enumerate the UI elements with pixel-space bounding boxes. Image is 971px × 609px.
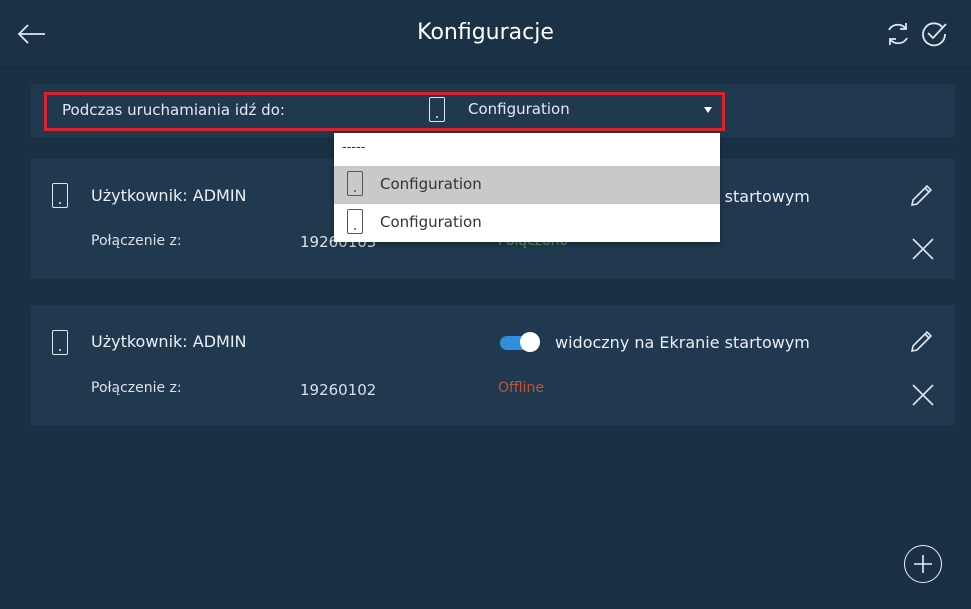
connection-label: Połączenie z:	[91, 233, 182, 249]
add-config-button[interactable]	[904, 545, 942, 583]
refresh-button[interactable]	[882, 18, 914, 50]
delete-button[interactable]	[908, 234, 938, 264]
plus-icon	[914, 555, 932, 573]
dropdown-option[interactable]: Configuration	[334, 204, 720, 242]
connection-label: Połączenie z:	[91, 380, 182, 396]
connection-value: 19260102	[300, 381, 377, 399]
startup-dropdown-menu: ----- Configuration Configuration	[334, 133, 720, 242]
edit-button[interactable]	[906, 181, 936, 211]
device-icon	[429, 97, 445, 122]
device-icon	[347, 209, 363, 234]
close-icon	[912, 238, 934, 260]
top-bar: Konfiguracje	[0, 0, 971, 69]
edit-button[interactable]	[906, 327, 936, 357]
device-icon	[52, 183, 68, 208]
device-icon	[347, 171, 363, 196]
startup-dropdown[interactable]: Configuration	[425, 94, 720, 128]
refresh-icon	[888, 23, 908, 45]
card-user: Użytkownik: ADMIN	[91, 186, 247, 205]
startup-label: Podczas uruchamiania idź do:	[62, 101, 285, 119]
pencil-icon	[910, 330, 933, 353]
close-icon	[912, 384, 934, 406]
card-user: Użytkownik: ADMIN	[91, 332, 247, 351]
device-icon	[52, 330, 68, 355]
toggle-knob	[520, 332, 540, 352]
status-badge: Offline	[498, 380, 544, 396]
dropdown-option-empty[interactable]: -----	[334, 133, 720, 166]
page-title: Konfiguracje	[417, 20, 554, 45]
delete-button[interactable]	[908, 380, 938, 410]
pencil-icon	[910, 184, 933, 207]
check-circle-icon	[922, 22, 947, 47]
visibility-toggle[interactable]	[498, 331, 542, 353]
visible-label: widoczny na Ekranie startowym	[555, 333, 810, 352]
dropdown-option-label: Configuration	[380, 213, 482, 231]
caret-down-icon	[704, 107, 712, 113]
dropdown-option-label: Configuration	[380, 175, 482, 193]
confirm-button[interactable]	[918, 18, 950, 50]
startup-dropdown-value: Configuration	[468, 100, 570, 118]
config-card	[31, 305, 955, 425]
dropdown-option[interactable]: Configuration	[334, 166, 720, 204]
